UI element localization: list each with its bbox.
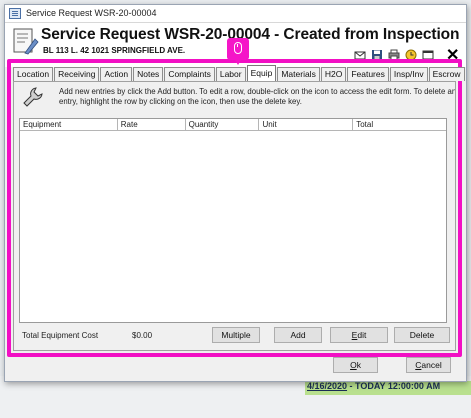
equip-tab-panel: Add new entries by click the Add button.…: [13, 81, 456, 351]
tab-complaints[interactable]: Complaints: [164, 67, 215, 81]
multiple-button[interactable]: Multiple: [212, 327, 260, 343]
total-cost-label: Total Equipment Cost: [22, 331, 99, 340]
tab-strip: Location Receiving Action Notes Complain…: [13, 65, 466, 81]
title-bar: Service Request WSR-20-00004: [5, 5, 466, 23]
column-equipment[interactable]: Equipment: [20, 119, 118, 130]
window-title: Service Request WSR-20-00004: [26, 8, 157, 18]
edit-button[interactable]: Edit: [330, 327, 388, 343]
column-quantity[interactable]: Quantity: [186, 119, 260, 130]
equipment-grid[interactable]: Equipment Rate Quantity Unit Total: [19, 118, 447, 323]
service-request-icon: [13, 28, 39, 55]
total-cost-value: $0.00: [132, 331, 153, 340]
tab-labor[interactable]: Labor: [215, 67, 246, 81]
tab-features[interactable]: Features: [347, 67, 389, 81]
wrench-icon: [23, 87, 43, 107]
tab-action[interactable]: Action: [100, 67, 133, 81]
tab-receiving[interactable]: Receiving: [54, 67, 100, 81]
mouse-cursor-icon: [227, 38, 249, 65]
column-unit[interactable]: Unit: [259, 119, 354, 130]
tab-escrow[interactable]: Escrow: [428, 67, 465, 81]
cancel-button[interactable]: Cancel: [406, 357, 451, 373]
column-rate[interactable]: Rate: [118, 119, 186, 130]
app-icon: [9, 8, 21, 19]
background-date-text: 4/16/2020 - TODAY 12:00:00 AM: [307, 381, 441, 391]
tab-notes[interactable]: Notes: [133, 67, 164, 81]
add-button[interactable]: Add: [274, 327, 322, 343]
delete-button[interactable]: Delete: [394, 327, 450, 343]
tab-equip[interactable]: Equip: [246, 65, 277, 81]
tab-location[interactable]: Location: [13, 67, 54, 81]
grid-header: Equipment Rate Quantity Unit Total: [20, 119, 446, 131]
help-text: Add new entries by click the Add button.…: [59, 87, 455, 106]
tab-insp-inv[interactable]: Insp/Inv: [389, 67, 428, 81]
tab-h2o[interactable]: H2O: [320, 67, 347, 81]
column-total[interactable]: Total: [353, 119, 446, 130]
page-title: Service Request WSR-20-00004 - Created f…: [41, 26, 460, 43]
address-subtitle: BL 113 L. 42 1021 SPRINGFIELD AVE.: [43, 46, 186, 55]
ok-button[interactable]: Ok: [333, 357, 378, 373]
tab-materials[interactable]: Materials: [277, 67, 320, 81]
